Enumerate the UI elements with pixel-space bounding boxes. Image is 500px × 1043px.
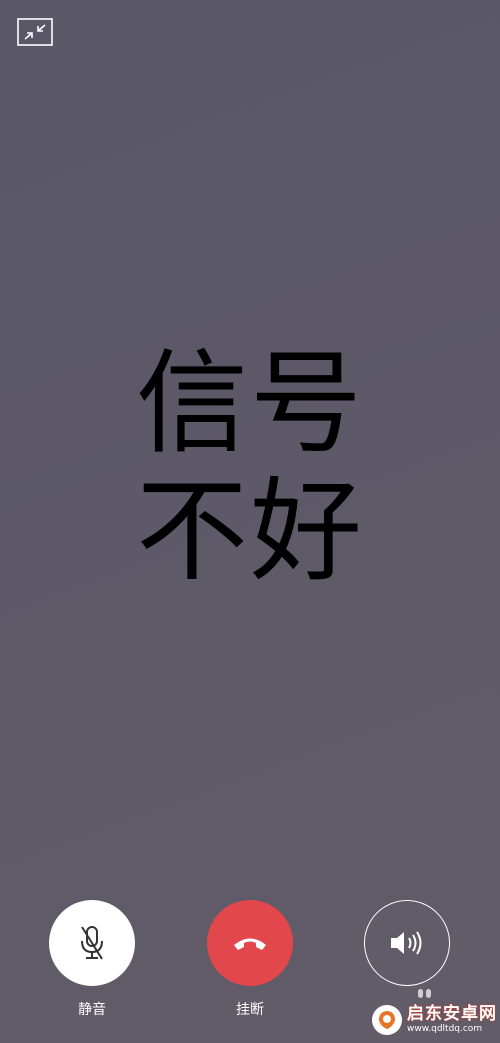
- mute-button[interactable]: [49, 900, 135, 986]
- poor-signal-caption: 信号 不好: [0, 340, 500, 596]
- watermark-logo-icon: [372, 1005, 402, 1035]
- hang-up-phone-icon: [234, 938, 266, 950]
- speaker-button[interactable]: [364, 900, 450, 986]
- shrink-window-icon: [17, 18, 53, 46]
- caption-line-2: 不好: [136, 467, 364, 597]
- watermark: 启东安卓网 www.qdltdq.com: [372, 1002, 497, 1038]
- mute-label: 静音: [78, 1002, 106, 1018]
- watermark-title: 启东安卓网: [407, 1004, 497, 1024]
- caption-line-1: 信号: [136, 339, 364, 469]
- minimize-call-button[interactable]: [17, 18, 53, 46]
- hangup-label: 挂断: [236, 1002, 264, 1018]
- mute-control: 静音: [42, 900, 142, 1019]
- watermark-decoration: [418, 989, 431, 998]
- speaker-control: [357, 900, 457, 986]
- mic-off-icon: [81, 926, 103, 960]
- speaker-icon: [391, 931, 422, 955]
- hangup-control: 挂断: [200, 900, 300, 1019]
- hangup-button[interactable]: [207, 900, 293, 986]
- watermark-url: www.qdltdq.com: [407, 1024, 483, 1034]
